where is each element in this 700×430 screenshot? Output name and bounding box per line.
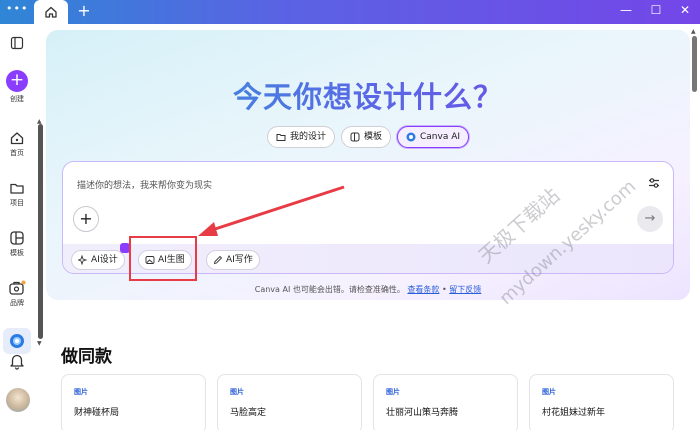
card-category: 图片 <box>386 388 400 396</box>
mode-tabs: 我的设计 模板 Canva AI <box>46 126 690 148</box>
card-category: 图片 <box>230 388 244 396</box>
annotation-highlight-box <box>129 236 197 281</box>
terms-link[interactable]: 查看条款 <box>407 285 439 294</box>
page-title: 今天你想设计什么？ <box>46 74 690 116</box>
sidebar-toggle-icon <box>10 36 24 50</box>
folder-icon <box>276 134 286 141</box>
home-tab[interactable] <box>34 0 68 24</box>
canva-ai-icon <box>406 132 416 142</box>
disclaimer-separator: • <box>441 285 447 294</box>
sidebar-item-label: 项目 <box>10 199 24 207</box>
card-category: 图片 <box>74 388 88 396</box>
template-card[interactable]: 图片 财神碰杯局 <box>61 374 206 430</box>
new-tab-button[interactable]: + <box>76 2 92 20</box>
brand-icon <box>9 280 26 295</box>
chip-ai-write[interactable]: AI写作 <box>206 250 260 270</box>
tab-label: 我的设计 <box>289 132 326 142</box>
tab-label: 模板 <box>363 132 382 142</box>
sidebar-item-label: 品牌 <box>10 299 24 307</box>
template-card[interactable]: 图片 村花姐妹过新年 <box>529 374 674 430</box>
template-icon <box>10 231 24 245</box>
chip-ai-design[interactable]: AI设计 <box>71 250 125 270</box>
sidebar-item-brand[interactable]: 品牌 <box>0 280 34 308</box>
folder-icon <box>10 183 24 194</box>
sliders-icon[interactable] <box>647 176 661 190</box>
prompt-input[interactable]: 描述你的想法，我来帮你变为现实 <box>77 178 212 191</box>
maximize-button[interactable]: ☐ <box>642 0 670 22</box>
sidebar-item-label: 模板 <box>10 249 24 257</box>
sidebar-item-templates[interactable]: 模板 <box>0 230 34 258</box>
pen-icon <box>213 255 223 265</box>
sidebar-item-projects[interactable]: 项目 <box>0 180 34 208</box>
section-title: 做同款 <box>61 347 112 367</box>
tab-my-designs[interactable]: 我的设计 <box>266 126 335 148</box>
sidebar-item-label: 创建 <box>10 95 24 103</box>
home-icon <box>10 132 24 145</box>
template-card[interactable]: 图片 马脸高定 <box>217 374 362 430</box>
sidebar-toggle-button[interactable] <box>0 36 34 50</box>
tab-templates[interactable]: 模板 <box>340 126 391 148</box>
add-attachment-button[interactable]: + <box>73 206 99 232</box>
disclaimer-text: Canva AI 也可能会出错。请检查准确性。 <box>254 285 405 294</box>
canva-ai-icon <box>10 334 24 348</box>
card-category: 图片 <box>542 388 556 396</box>
minimize-button[interactable]: — <box>612 0 640 22</box>
main-scrollbar[interactable] <box>692 36 697 92</box>
close-button[interactable]: ✕ <box>671 0 699 22</box>
sidebar-item-home[interactable]: 首页 <box>0 130 34 158</box>
card-title: 财神碰杯局 <box>74 408 120 418</box>
avatar[interactable] <box>6 388 30 412</box>
card-title: 村花姐妹过新年 <box>542 408 606 418</box>
send-button[interactable]: → <box>637 206 663 232</box>
title-bar: ••• + — ☐ ✕ <box>0 0 700 24</box>
sidebar-item-create[interactable]: + 创建 <box>0 70 34 104</box>
notifications-button[interactable] <box>0 352 34 370</box>
bell-icon <box>10 354 24 370</box>
sidebar-item-canva-ai[interactable] <box>3 328 31 354</box>
sparkle-icon <box>78 255 88 265</box>
chip-label: AI设计 <box>91 255 118 265</box>
home-icon <box>45 6 57 18</box>
sidebar-item-label: 首页 <box>10 149 24 157</box>
template-card[interactable]: 图片 壮丽河山策马奔腾 <box>373 374 518 430</box>
card-title: 马脸高定 <box>230 408 267 418</box>
menu-dots-icon[interactable]: ••• <box>6 3 27 18</box>
tab-label: Canva AI <box>420 132 461 142</box>
scroll-down-arrow-icon[interactable]: ▼ <box>37 340 42 347</box>
chip-label: AI写作 <box>226 255 253 265</box>
disclaimer: Canva AI 也可能会出错。请检查准确性。 查看条款 • 留下反馈 <box>46 284 690 295</box>
card-title: 壮丽河山策马奔腾 <box>386 408 459 418</box>
sidebar-scrollbar[interactable] <box>38 124 43 339</box>
template-icon <box>350 132 360 142</box>
feedback-link[interactable]: 留下反馈 <box>449 285 481 294</box>
scroll-up-arrow-icon[interactable]: ▲ <box>691 28 696 35</box>
create-plus-icon: + <box>6 70 28 92</box>
tab-canva-ai[interactable]: Canva AI <box>397 126 470 148</box>
